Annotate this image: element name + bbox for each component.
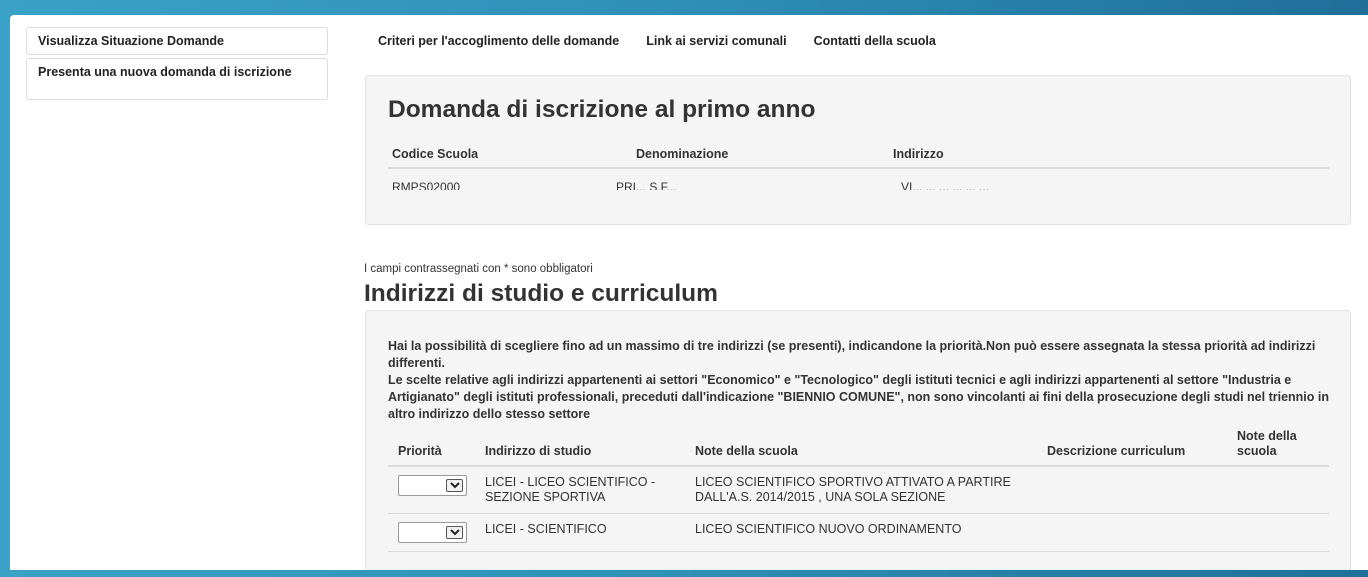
intro-text: Hai la possibilità di scegliere fino ad … [388, 338, 1338, 423]
nav-link-servizi-comunali[interactable]: Link ai servizi comunali [646, 34, 786, 48]
window-frame: Visualizza Situazione Domande Presenta u… [0, 0, 1368, 577]
nav-link-criteri[interactable]: Criteri per l'accoglimento delle domande [378, 34, 619, 48]
divider [388, 167, 1329, 169]
indirizzo-cell: LICEI - SCIENTIFICO [475, 513, 685, 552]
sidebar-item-visualizza-situazione[interactable]: Visualizza Situazione Domande [26, 27, 328, 55]
column-indirizzo: Indirizzo [893, 147, 944, 161]
table-row: LICEI - LICEO SCIENTIFICO - SEZIONE SPOR… [388, 466, 1329, 514]
value-codice-scuola: RMPS02000 [392, 180, 461, 190]
descrizione-cell [1037, 466, 1227, 514]
sidebar: Visualizza Situazione Domande Presenta u… [26, 27, 328, 100]
table-row: LICEI - SCIENTIFICO LICEO SCIENTIFICO NU… [388, 513, 1329, 552]
header-note-scuola: Note della scuola [685, 429, 1037, 467]
page-content: Visualizza Situazione Domande Presenta u… [10, 15, 1368, 570]
priority-cell [388, 466, 475, 514]
column-denominazione: Denominazione [636, 147, 729, 161]
note-cell: LICEO SCIENTIFICO NUOVO ORDINAMENTO [685, 513, 1037, 552]
top-nav: Criteri per l'accoglimento delle domande… [378, 34, 963, 48]
note2-cell [1227, 513, 1329, 552]
descrizione-cell [1037, 513, 1227, 552]
school-panel: Domanda di iscrizione al primo anno Codi… [365, 75, 1351, 225]
column-codice-scuola: Codice Scuola [392, 147, 479, 161]
page-title: Domanda di iscrizione al primo anno [388, 96, 816, 123]
indirizzo-cell: LICEI - LICEO SCIENTIFICO - SEZIONE SPOR… [475, 466, 685, 514]
intro-paragraph-1: Hai la possibilità di scegliere fino ad … [388, 339, 1316, 370]
header-descrizione-curriculum: Descrizione curriculum [1037, 429, 1227, 467]
priority-cell [388, 513, 475, 552]
header-note-scuola-2: Note della scuola [1227, 429, 1329, 467]
priority-select[interactable] [398, 475, 467, 496]
value-denominazione: PRI... S.F... [616, 180, 677, 190]
note2-cell [1227, 466, 1329, 514]
priority-select[interactable] [398, 522, 467, 543]
header-indirizzo: Indirizzo di studio [475, 429, 685, 467]
indirizzi-table: Priorità Indirizzo di studio Note della … [388, 429, 1329, 552]
chevron-down-icon [446, 526, 463, 539]
note-cell: LICEO SCIENTIFICO SPORTIVO ATTIVATO A PA… [685, 466, 1037, 514]
intro-paragraph-2: Le scelte relative agli indirizzi appart… [388, 373, 1329, 421]
sidebar-item-nuova-domanda[interactable]: Presenta una nuova domanda di iscrizione [26, 58, 328, 100]
nav-link-contatti[interactable]: Contatti della scuola [814, 34, 936, 48]
section-title: Indirizzi di studio e curriculum [364, 280, 718, 307]
chevron-down-icon [446, 479, 463, 492]
table-header-row: Priorità Indirizzo di studio Note della … [388, 429, 1329, 467]
value-indirizzo: VI... ... ... ... ... ... [901, 180, 990, 190]
required-fields-note: I campi contrassegnati con * sono obblig… [364, 263, 593, 275]
header-priorita: Priorità [388, 429, 475, 467]
indirizzi-panel: Hai la possibilità di scegliere fino ad … [365, 310, 1351, 570]
